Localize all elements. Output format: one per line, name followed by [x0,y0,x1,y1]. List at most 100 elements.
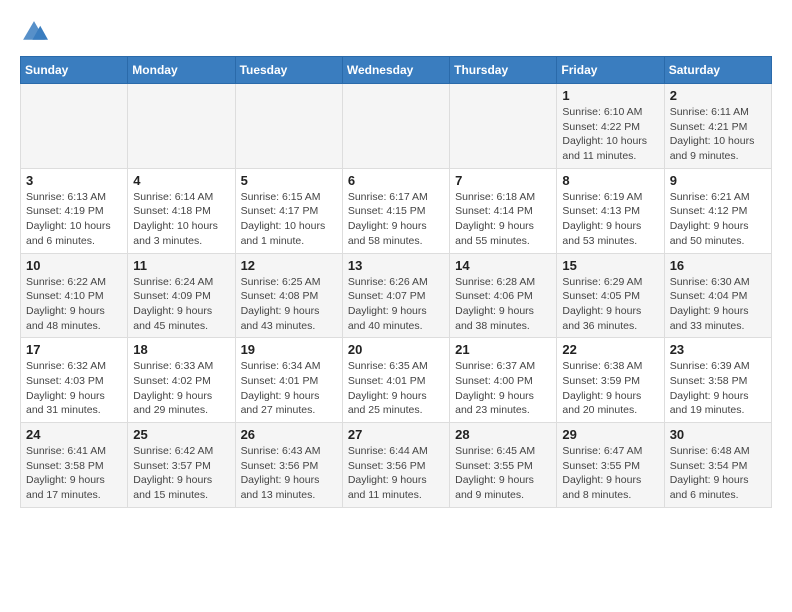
day-info: Sunrise: 6:33 AM Sunset: 4:02 PM Dayligh… [133,359,230,418]
day-info: Sunrise: 6:14 AM Sunset: 4:18 PM Dayligh… [133,190,230,249]
day-number: 19 [241,342,338,357]
day-number: 15 [562,258,659,273]
day-number: 9 [670,173,767,188]
day-number: 13 [348,258,445,273]
day-info: Sunrise: 6:44 AM Sunset: 3:56 PM Dayligh… [348,444,445,503]
day-cell: 2Sunrise: 6:11 AM Sunset: 4:21 PM Daylig… [664,84,771,169]
day-cell: 26 Sunrise: 6:43 AM Sunset: 3:56 PM Dayli… [235,423,342,508]
day-info: Sunrise: 6:10 AM Sunset: 4:22 PM Dayligh… [562,105,659,164]
day-cell [342,84,449,169]
day-number: 26 [241,427,338,442]
day-cell: 1 Sunrise: 6:10 AM Sunset: 4:22 PM Daylig… [557,84,664,169]
day-cell [128,84,235,169]
day-number: 17 [26,342,123,357]
day-number: 6 [348,173,445,188]
day-cell: 28 Sunrise: 6:45 AM Sunset: 3:55 PM Dayli… [450,423,557,508]
day-number: 4 [133,173,230,188]
day-cell [235,84,342,169]
day-info: Sunrise: 6:37 AM Sunset: 4:00 PM Dayligh… [455,359,552,418]
day-cell: 16 Sunrise: 6:30 AM Sunset: 4:04 PM Dayli… [664,253,771,338]
week-row-2: 3Sunrise: 6:13 AM Sunset: 4:19 PM Daylig… [21,168,772,253]
day-number: 21 [455,342,552,357]
calendar-header: SundayMondayTuesdayWednesdayThursdayFrid… [21,57,772,84]
header-cell-sunday: Sunday [21,57,128,84]
page: SundayMondayTuesdayWednesdayThursdayFrid… [0,0,792,518]
header-cell-saturday: Saturday [664,57,771,84]
day-cell: 8Sunrise: 6:19 AM Sunset: 4:13 PM Daylig… [557,168,664,253]
header-cell-thursday: Thursday [450,57,557,84]
day-number: 22 [562,342,659,357]
day-cell: 14Sunrise: 6:28 AM Sunset: 4:06 PM Dayli… [450,253,557,338]
day-cell: 10 Sunrise: 6:22 AM Sunset: 4:10 PM Dayli… [21,253,128,338]
day-number: 16 [670,258,767,273]
day-cell: 9Sunrise: 6:21 AM Sunset: 4:12 PM Daylig… [664,168,771,253]
day-cell: 21 Sunrise: 6:37 AM Sunset: 4:00 PM Dayli… [450,338,557,423]
day-number: 1 [562,88,659,103]
day-cell: 4 Sunrise: 6:14 AM Sunset: 4:18 PM Daylig… [128,168,235,253]
header-cell-friday: Friday [557,57,664,84]
day-info: Sunrise: 6:48 AM Sunset: 3:54 PM Dayligh… [670,444,767,503]
day-number: 29 [562,427,659,442]
day-cell: 23 Sunrise: 6:39 AM Sunset: 3:58 PM Dayli… [664,338,771,423]
week-row-4: 17 Sunrise: 6:32 AM Sunset: 4:03 PM Dayli… [21,338,772,423]
day-info: Sunrise: 6:34 AM Sunset: 4:01 PM Dayligh… [241,359,338,418]
day-cell [21,84,128,169]
day-number: 10 [26,258,123,273]
day-cell: 29Sunrise: 6:47 AM Sunset: 3:55 PM Dayli… [557,423,664,508]
day-info: Sunrise: 6:26 AM Sunset: 4:07 PM Dayligh… [348,275,445,334]
day-number: 27 [348,427,445,442]
day-number: 28 [455,427,552,442]
day-info: Sunrise: 6:32 AM Sunset: 4:03 PM Dayligh… [26,359,123,418]
day-cell: 12 Sunrise: 6:25 AM Sunset: 4:08 PM Dayli… [235,253,342,338]
day-cell: 17 Sunrise: 6:32 AM Sunset: 4:03 PM Dayli… [21,338,128,423]
day-number: 5 [241,173,338,188]
day-info: Sunrise: 6:30 AM Sunset: 4:04 PM Dayligh… [670,275,767,334]
day-number: 11 [133,258,230,273]
day-number: 24 [26,427,123,442]
day-cell: 3Sunrise: 6:13 AM Sunset: 4:19 PM Daylig… [21,168,128,253]
day-number: 30 [670,427,767,442]
logo [20,18,52,46]
day-number: 23 [670,342,767,357]
day-cell: 11Sunrise: 6:24 AM Sunset: 4:09 PM Dayli… [128,253,235,338]
day-cell: 30 Sunrise: 6:48 AM Sunset: 3:54 PM Dayli… [664,423,771,508]
week-row-3: 10 Sunrise: 6:22 AM Sunset: 4:10 PM Dayli… [21,253,772,338]
day-cell: 22Sunrise: 6:38 AM Sunset: 3:59 PM Dayli… [557,338,664,423]
day-cell: 20 Sunrise: 6:35 AM Sunset: 4:01 PM Dayli… [342,338,449,423]
day-cell: 7 Sunrise: 6:18 AM Sunset: 4:14 PM Daylig… [450,168,557,253]
day-info: Sunrise: 6:39 AM Sunset: 3:58 PM Dayligh… [670,359,767,418]
day-info: Sunrise: 6:35 AM Sunset: 4:01 PM Dayligh… [348,359,445,418]
day-number: 3 [26,173,123,188]
day-info: Sunrise: 6:17 AM Sunset: 4:15 PM Dayligh… [348,190,445,249]
day-number: 12 [241,258,338,273]
day-cell: 25 Sunrise: 6:42 AM Sunset: 3:57 PM Dayli… [128,423,235,508]
header-cell-tuesday: Tuesday [235,57,342,84]
day-cell: 15Sunrise: 6:29 AM Sunset: 4:05 PM Dayli… [557,253,664,338]
day-info: Sunrise: 6:15 AM Sunset: 4:17 PM Dayligh… [241,190,338,249]
day-cell: 24 Sunrise: 6:41 AM Sunset: 3:58 PM Dayli… [21,423,128,508]
day-info: Sunrise: 6:22 AM Sunset: 4:10 PM Dayligh… [26,275,123,334]
day-number: 14 [455,258,552,273]
header-row: SundayMondayTuesdayWednesdayThursdayFrid… [21,57,772,84]
day-cell [450,84,557,169]
day-cell: 19 Sunrise: 6:34 AM Sunset: 4:01 PM Dayli… [235,338,342,423]
day-info: Sunrise: 6:42 AM Sunset: 3:57 PM Dayligh… [133,444,230,503]
day-number: 8 [562,173,659,188]
day-info: Sunrise: 6:43 AM Sunset: 3:56 PM Dayligh… [241,444,338,503]
day-cell: 27 Sunrise: 6:44 AM Sunset: 3:56 PM Dayli… [342,423,449,508]
day-number: 18 [133,342,230,357]
day-number: 25 [133,427,230,442]
day-info: Sunrise: 6:18 AM Sunset: 4:14 PM Dayligh… [455,190,552,249]
logo-icon [20,18,48,46]
day-cell: 6 Sunrise: 6:17 AM Sunset: 4:15 PM Daylig… [342,168,449,253]
week-row-5: 24 Sunrise: 6:41 AM Sunset: 3:58 PM Dayli… [21,423,772,508]
day-info: Sunrise: 6:25 AM Sunset: 4:08 PM Dayligh… [241,275,338,334]
header [20,18,772,46]
calendar-table: SundayMondayTuesdayWednesdayThursdayFrid… [20,56,772,508]
day-number: 7 [455,173,552,188]
calendar-body: 1 Sunrise: 6:10 AM Sunset: 4:22 PM Daylig… [21,84,772,508]
day-number: 20 [348,342,445,357]
day-info: Sunrise: 6:11 AM Sunset: 4:21 PM Dayligh… [670,105,767,164]
day-info: Sunrise: 6:45 AM Sunset: 3:55 PM Dayligh… [455,444,552,503]
day-info: Sunrise: 6:41 AM Sunset: 3:58 PM Dayligh… [26,444,123,503]
